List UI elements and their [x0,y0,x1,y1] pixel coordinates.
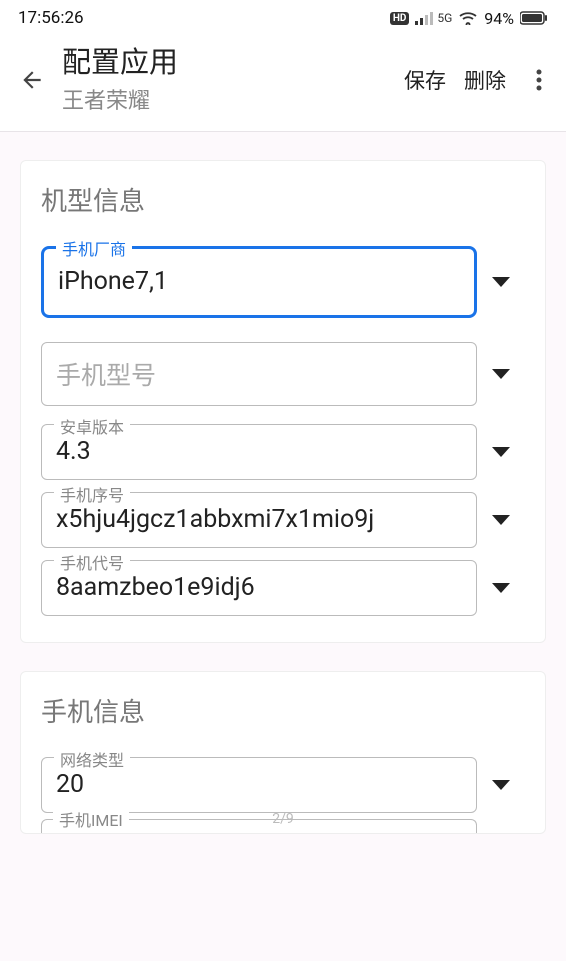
codename-dropdown[interactable] [477,583,525,593]
chevron-down-icon [492,780,510,790]
wifi-icon [458,11,478,25]
model-placeholder: 手机型号 [56,356,156,392]
section-title: 手机信息 [41,692,525,729]
field-row-vendor: 手机厂商 iPhone7,1 [41,246,525,318]
battery-icon [520,11,548,25]
section-title: 机型信息 [41,181,525,218]
page-indicator: 2/9 [272,811,294,827]
chevron-down-icon [492,515,510,525]
codename-input[interactable]: 手机代号 8aamzbeo1e9idj6 [41,560,477,616]
vendor-dropdown[interactable] [477,277,525,287]
more-button[interactable] [524,60,554,100]
field-row-android: 安卓版本 4.3 [41,424,525,480]
chevron-down-icon [492,583,510,593]
vendor-label: 手机厂商 [56,236,132,260]
header-titles: 配置应用 王者荣耀 [52,46,404,115]
section-device-model: 机型信息 手机厂商 iPhone7,1 手机型号 安卓版本 4.3 [20,160,546,643]
network-label: 5G [437,11,452,25]
delete-button[interactable]: 删除 [464,65,506,95]
page-title: 配置应用 [62,46,404,81]
section-phone-info: 手机信息 网络类型 20 手机IMEI 2/9 [20,671,546,834]
header-actions: 保存 删除 [404,60,554,100]
battery-percent: 94% [484,9,514,28]
back-button[interactable] [12,60,52,100]
android-value: 4.3 [56,437,462,466]
arrow-left-icon [19,67,45,93]
vendor-value: iPhone7,1 [58,267,460,296]
page-subtitle: 王者荣耀 [62,83,404,115]
field-row-network: 网络类型 20 [41,757,525,813]
content: 机型信息 手机厂商 iPhone7,1 手机型号 安卓版本 4.3 [0,132,566,834]
serial-value: x5hju4jgcz1abbxmi7x1mio9j [56,505,462,534]
app-header: 配置应用 王者荣耀 保存 删除 [0,32,566,132]
serial-dropdown[interactable] [477,515,525,525]
more-vert-icon [536,68,542,92]
network-dropdown[interactable] [477,780,525,790]
save-button[interactable]: 保存 [404,65,446,95]
field-row-model: 手机型号 [41,342,525,406]
status-right: HD 5G 94% [390,9,548,28]
serial-label: 手机序号 [54,482,130,506]
model-input[interactable]: 手机型号 [41,342,477,406]
codename-label: 手机代号 [54,550,130,574]
hd-icon: HD [390,12,410,25]
chevron-down-icon [492,447,510,457]
codename-value: 8aamzbeo1e9idj6 [56,573,462,602]
field-row-serial: 手机序号 x5hju4jgcz1abbxmi7x1mio9j [41,492,525,548]
status-time: 17:56:26 [18,8,84,28]
signal-icon [415,11,435,25]
network-input[interactable]: 网络类型 20 [41,757,477,813]
network-value: 20 [56,770,462,799]
android-dropdown[interactable] [477,447,525,457]
imei-label: 手机IMEI [53,807,129,831]
field-row-codename: 手机代号 8aamzbeo1e9idj6 [41,560,525,616]
chevron-down-icon [492,277,510,287]
network-label: 网络类型 [54,747,130,771]
android-input[interactable]: 安卓版本 4.3 [41,424,477,480]
serial-input[interactable]: 手机序号 x5hju4jgcz1abbxmi7x1mio9j [41,492,477,548]
vendor-input[interactable]: 手机厂商 iPhone7,1 [41,246,477,318]
chevron-down-icon [492,369,510,379]
android-label: 安卓版本 [54,414,130,438]
model-dropdown[interactable] [477,369,525,379]
status-bar: 17:56:26 HD 5G 94% [0,0,566,32]
